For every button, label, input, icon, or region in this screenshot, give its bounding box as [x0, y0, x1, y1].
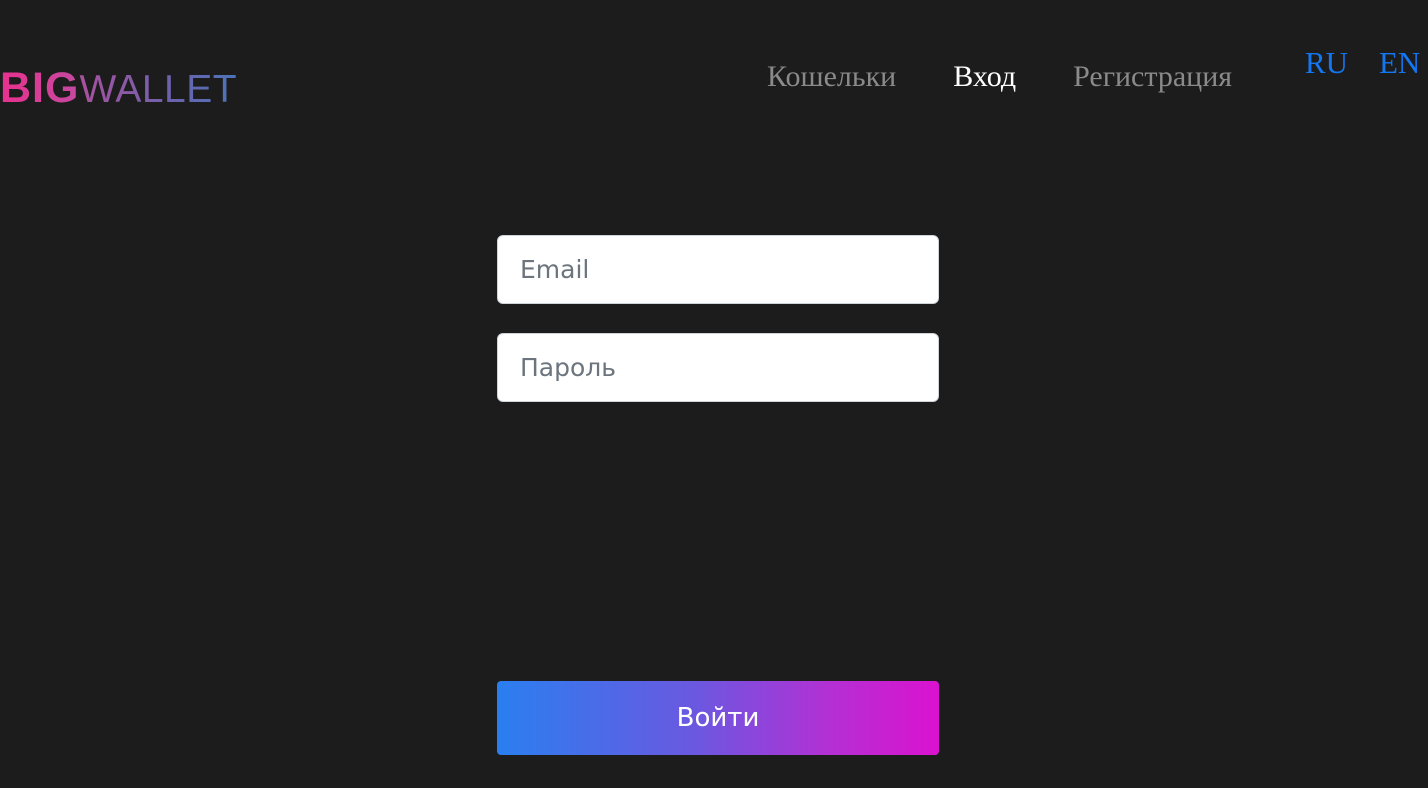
- language-en-link[interactable]: EN: [1379, 45, 1420, 81]
- login-submit-button[interactable]: Войти: [497, 681, 939, 755]
- main-nav: Кошельки Вход Регистрация: [767, 60, 1232, 94]
- logo-text-wallet: WALLET: [79, 68, 238, 111]
- logo-text-big: BIG: [0, 64, 80, 112]
- nav-link-login[interactable]: Вход: [953, 60, 1016, 94]
- password-input[interactable]: [497, 333, 939, 402]
- nav-link-wallets[interactable]: Кошельки: [767, 60, 896, 94]
- language-ru-link[interactable]: RU: [1305, 45, 1348, 81]
- nav-link-register[interactable]: Регистрация: [1073, 60, 1232, 94]
- email-input[interactable]: [497, 235, 939, 304]
- brand-logo[interactable]: BIG WALLET: [0, 64, 237, 114]
